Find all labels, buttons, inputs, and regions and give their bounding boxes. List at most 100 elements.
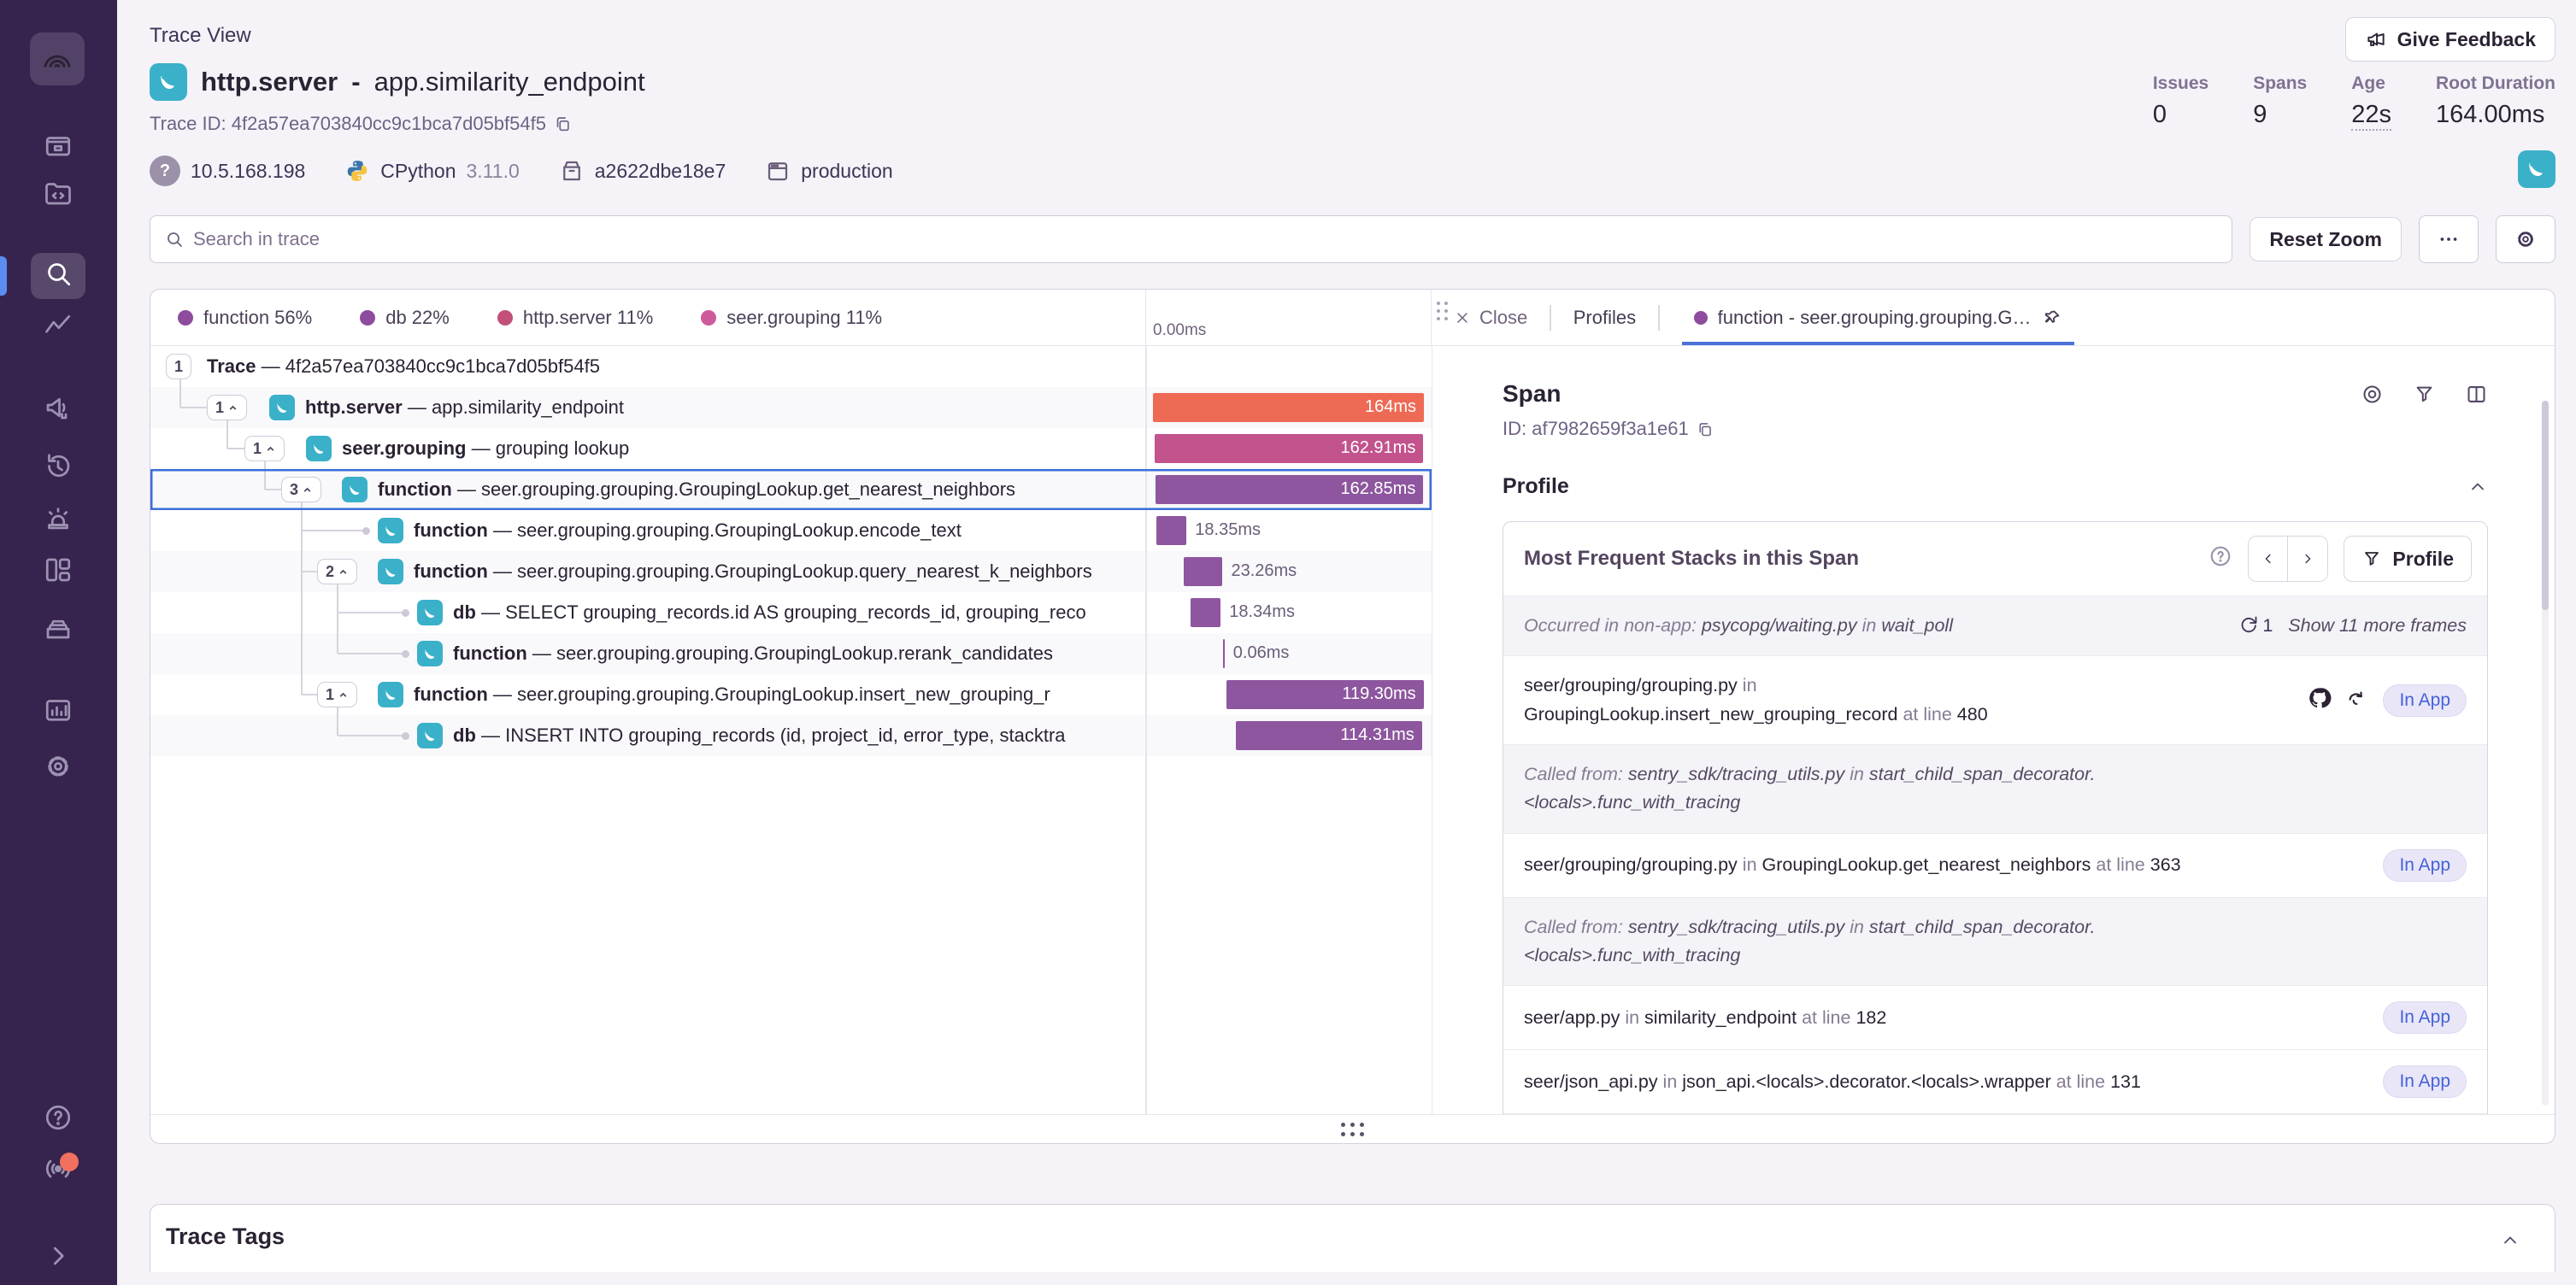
duration-bar[interactable]: 114.31ms — [1236, 721, 1422, 750]
sidebar-expand-icon — [43, 1241, 74, 1276]
duration-bar[interactable] — [1191, 598, 1221, 627]
page-title-transaction: app.similarity_endpoint — [374, 67, 645, 97]
sidebar-item-feedback[interactable] — [31, 391, 85, 429]
give-feedback-button[interactable]: Give Feedback — [2345, 17, 2555, 62]
span-row-http.server[interactable]: 1http.server — app.similarity_endpoint16… — [150, 387, 1432, 428]
duration-bar[interactable]: 164ms — [1153, 393, 1424, 422]
span-description: db — SELECT grouping_records.id AS group… — [453, 601, 1140, 624]
help-icon[interactable] — [2208, 544, 2232, 573]
in-app-badge[interactable]: In App — [2383, 1065, 2467, 1098]
page-title-op: http.server — [201, 67, 338, 97]
pin-icon[interactable] — [2042, 308, 2062, 328]
duration-bar[interactable]: 162.91ms — [1155, 434, 1423, 463]
span-row-Trace[interactable]: 1 Trace — 4f2a57ea703840cc9c1bca7d05bf54f… — [150, 346, 1432, 387]
meta-environment[interactable]: production — [765, 158, 892, 184]
show-more-frames-link[interactable]: Show 11 more frames — [2288, 615, 2467, 637]
dashboards-icon — [43, 554, 74, 590]
meta-runtime[interactable]: CPython 3.11.0 — [344, 158, 519, 184]
duration-label: 18.35ms — [1195, 520, 1261, 540]
stack-frame-row: seer/app.py in similarity_endpoint at li… — [1503, 985, 2487, 1049]
open-profile-button[interactable]: Profile — [2344, 536, 2472, 582]
panel-height-resize-handle[interactable] — [1341, 1123, 1364, 1136]
search-input[interactable] — [193, 228, 2218, 250]
span-description: seer.grouping — grouping lookup — [342, 437, 1140, 460]
sidebar-item-search[interactable] — [31, 253, 85, 299]
github-icon[interactable] — [2308, 686, 2332, 715]
refresh-icon — [2238, 613, 2259, 639]
copy-icon[interactable] — [553, 114, 572, 133]
children-count-badge[interactable]: 1 — [207, 395, 247, 420]
reset-zoom-button[interactable]: Reset Zoom — [2250, 217, 2402, 261]
tab-active-span[interactable]: function - seer.grouping.grouping.G… — [1682, 290, 2074, 345]
panel-resize-handle[interactable] — [1437, 302, 1448, 320]
sentry-logo[interactable] — [30, 32, 85, 85]
breadcrumb: Trace View — [150, 17, 251, 48]
sidebar-item-stats[interactable] — [31, 694, 85, 731]
duration-bar[interactable] — [1156, 516, 1187, 545]
sidebar-item-insights[interactable] — [31, 308, 85, 346]
chevron-up-icon[interactable] — [2467, 477, 2488, 497]
duration-bar[interactable]: 162.85ms — [1156, 475, 1424, 504]
legend-dot — [178, 310, 193, 326]
span-row-function[interactable]: 3function — seer.grouping.grouping.Group… — [150, 469, 1432, 510]
stacktrace-link-icon[interactable] — [2344, 686, 2367, 715]
in-app-badge[interactable]: In App — [2383, 849, 2467, 882]
trace-settings-button[interactable] — [2496, 215, 2555, 263]
children-count-badge[interactable]: 3 — [281, 477, 321, 502]
span-row-function[interactable]: 2function — seer.grouping.grouping.Group… — [150, 551, 1432, 592]
layout-columns-icon[interactable] — [2465, 383, 2488, 406]
meta-release[interactable]: a2622dbe18e7 — [559, 158, 726, 184]
sidebar-item-broadcast[interactable] — [31, 1153, 85, 1190]
copy-icon[interactable] — [1696, 420, 1714, 438]
in-app-badge[interactable]: In App — [2383, 1001, 2467, 1034]
sidebar-item-releases[interactable] — [31, 611, 85, 648]
duration-bar[interactable] — [1184, 557, 1222, 586]
stack-frame-row: seer/grouping/grouping.py in GroupingLoo… — [1503, 655, 2487, 744]
in-app-badge[interactable]: In App — [2383, 684, 2467, 717]
stats-icon — [43, 695, 74, 731]
stack-context-row: Occurred in non-app: psycopg/waiting.py … — [1503, 596, 2487, 655]
sidebar-item-dashboards[interactable] — [31, 554, 85, 591]
issues-icon — [43, 129, 74, 165]
children-count-badge[interactable]: 2 — [317, 559, 357, 584]
main-content: Trace View Give Feedback http.server - a… — [117, 0, 2576, 1272]
legend-item-http-server[interactable]: http.server 11% — [497, 307, 653, 329]
span-row-function[interactable]: 1 function — seer.grouping.grouping.Group… — [150, 674, 1432, 715]
children-count-badge[interactable]: 1 — [166, 354, 191, 379]
detail-scrollbar[interactable] — [2542, 401, 2549, 1106]
children-count-badge[interactable]: 1 — [317, 682, 357, 707]
duration-bar[interactable]: 119.30ms — [1226, 680, 1423, 709]
span-description: function — seer.grouping.grouping.Groupi… — [414, 684, 1140, 706]
tab-profiles[interactable]: Profiles — [1573, 307, 1636, 329]
span-row-seer.grouping[interactable]: 1 seer.grouping — grouping lookup 162.91ms — [150, 428, 1432, 469]
sidebar-item-explore[interactable] — [31, 177, 85, 214]
close-panel-tab[interactable]: Close — [1454, 307, 1527, 329]
settings-icon — [43, 751, 74, 787]
tree-connector-dot — [402, 650, 409, 658]
sidebar-item-help[interactable] — [31, 1101, 85, 1139]
sidebar-item-sidebar-expand[interactable] — [31, 1240, 85, 1277]
span-description: Trace — 4f2a57ea703840cc9c1bca7d05bf54f5 — [207, 355, 1140, 378]
next-stack-button[interactable] — [2288, 537, 2327, 581]
duration-bar[interactable] — [1223, 639, 1225, 668]
sidebar-item-replays[interactable] — [31, 449, 85, 486]
project-seer-icon-right[interactable] — [2518, 150, 2555, 188]
sidebar-item-alerts[interactable] — [31, 502, 85, 540]
meta-user[interactable]: ? 10.5.168.198 — [150, 155, 305, 186]
trace-stats: Issues0Spans9Age22sRoot Duration164.00ms — [2153, 63, 2555, 135]
focus-span-icon[interactable] — [2361, 383, 2384, 406]
column-divider-tree-bars[interactable] — [1145, 346, 1147, 1114]
legend-item-function[interactable]: function 56% — [178, 307, 312, 329]
sidebar-item-settings[interactable] — [31, 750, 85, 788]
sidebar-item-issues[interactable] — [31, 128, 85, 166]
legend-item-seer-grouping[interactable]: seer.grouping 11% — [701, 307, 882, 329]
filter-icon[interactable] — [2413, 383, 2436, 406]
legend-item-db[interactable]: db 22% — [360, 307, 450, 329]
prev-stack-button[interactable] — [2249, 537, 2288, 581]
more-options-button[interactable] — [2419, 215, 2479, 263]
span-description: function — seer.grouping.grouping.Groupi… — [414, 519, 1140, 542]
trace-tags-title: Trace Tags — [166, 1223, 2520, 1250]
stat-spans: Spans9 — [2253, 73, 2307, 135]
ops-legend: function 56% db 22% http.server 11% seer.gr… — [150, 290, 1145, 345]
children-count-badge[interactable]: 1 — [244, 436, 285, 461]
